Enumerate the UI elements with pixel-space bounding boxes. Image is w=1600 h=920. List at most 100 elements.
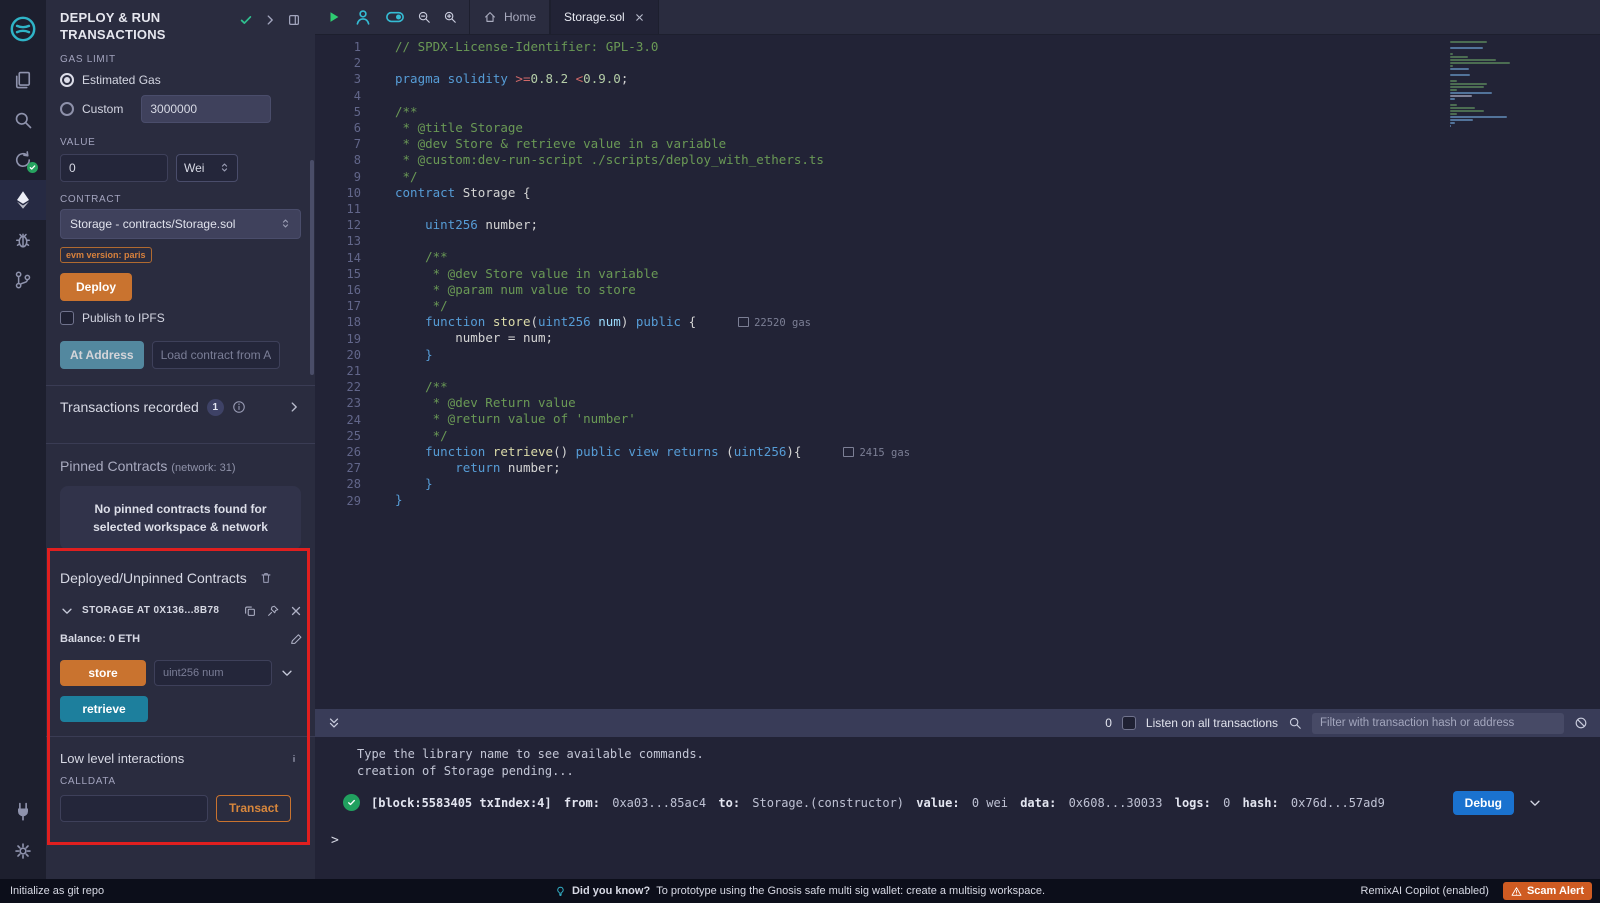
expand-terminal-icon[interactable] [327, 716, 341, 730]
check-icon [239, 13, 253, 27]
store-function-button[interactable]: store [60, 660, 146, 686]
transact-button[interactable]: Transact [216, 795, 291, 822]
tx-to-label: to: [718, 796, 740, 810]
transactions-recorded-row[interactable]: Transactions recorded 1 [46, 386, 315, 429]
tab-home[interactable]: Home [469, 0, 550, 34]
chevron-right-icon[interactable] [287, 400, 301, 414]
panel-scrollbar[interactable] [310, 160, 314, 375]
contract-select[interactable]: Storage - contracts/Storage.sol [60, 209, 301, 239]
tx-block: [block:5583405 txIndex:4] [371, 796, 552, 810]
lightbulb-icon [555, 886, 566, 897]
low-level-interactions: Low level interactions [46, 737, 315, 766]
zoom-out-icon[interactable] [417, 10, 431, 24]
tx-logs-label: logs: [1175, 796, 1211, 810]
editor-code[interactable]: // SPDX-License-Identifier: GPL-3.0pragm… [395, 39, 1440, 508]
git-init-button[interactable]: Initialize as git repo [0, 885, 104, 897]
run-script-icon[interactable] [327, 10, 341, 24]
terminal-filter-input[interactable] [1312, 713, 1564, 734]
clear-terminal-icon[interactable] [1574, 716, 1588, 730]
at-address-input[interactable] [152, 341, 280, 369]
git-icon[interactable] [0, 260, 46, 300]
chevron-down-icon[interactable] [1528, 796, 1542, 810]
zoom-in-icon[interactable] [443, 10, 457, 24]
custom-gas-radio[interactable] [60, 102, 74, 116]
close-tab-icon[interactable] [634, 12, 645, 23]
deploy-button[interactable]: Deploy [60, 273, 132, 301]
contract-select-value: Storage - contracts/Storage.sol [70, 217, 235, 231]
chevron-down-icon[interactable] [280, 666, 294, 680]
publish-ipfs-label: Publish to IPFS [82, 311, 165, 325]
search-icon[interactable] [1288, 716, 1302, 730]
close-icon[interactable] [289, 604, 303, 618]
tx-success-icon [343, 794, 360, 811]
debugger-icon[interactable] [0, 220, 46, 260]
tx-data-label: data: [1020, 796, 1056, 810]
calldata-input[interactable] [60, 795, 208, 822]
publish-ipfs-checkbox[interactable] [60, 311, 74, 325]
scam-alert-label: Scam Alert [1527, 885, 1584, 897]
tutorial-person-icon[interactable] [353, 7, 373, 27]
estimated-gas-radio[interactable] [60, 73, 74, 87]
file-explorer-icon[interactable] [0, 60, 46, 100]
terminal[interactable]: Type the library name to see available c… [315, 737, 1600, 879]
editor-toolbar: Home Storage.sol [315, 0, 1600, 35]
compile-success-badge [27, 162, 38, 173]
scam-alert-button[interactable]: Scam Alert [1503, 882, 1592, 900]
custom-gas-option[interactable]: Custom [46, 91, 315, 127]
code-editor[interactable]: 1234567891011121314151617181920212223242… [315, 35, 1600, 709]
copilot-status[interactable]: RemixAI Copilot (enabled) [1361, 885, 1489, 897]
terminal-messages: Type the library name to see available c… [315, 737, 1600, 780]
at-address-button[interactable]: At Address [60, 341, 144, 369]
toggle-icon[interactable] [385, 7, 405, 27]
transaction-log-row[interactable]: [block:5583405 txIndex:4] from: 0xa03...… [343, 794, 1600, 811]
plugin-manager-icon[interactable] [0, 791, 46, 831]
panel-header: DEPLOY & RUN TRANSACTIONS [46, 10, 315, 44]
deployed-contract-item: STORAGE AT 0X136...8B78 Balance: 0 ETH [46, 592, 315, 722]
chevron-down-icon[interactable] [60, 604, 74, 618]
contract-instance-title[interactable]: STORAGE AT 0X136...8B78 [82, 605, 219, 616]
solidity-compiler-icon[interactable] [0, 140, 46, 180]
info-icon [287, 751, 301, 765]
tab-storage-sol[interactable]: Storage.sol [550, 0, 659, 34]
pinned-contracts-text: Pinned Contracts [60, 458, 167, 474]
copy-icon[interactable] [243, 604, 257, 618]
debug-button[interactable]: Debug [1453, 791, 1514, 815]
trash-icon[interactable] [259, 571, 273, 585]
tab-home-label: Home [504, 10, 536, 24]
stepper-arrows-icon [219, 162, 230, 173]
terminal-prompt[interactable]: > [331, 833, 1600, 848]
tx-to-value: Storage.(constructor) [752, 796, 904, 810]
value-label: VALUE [60, 137, 301, 148]
pending-tx-count: 0 [1105, 716, 1112, 730]
edit-pencil-icon[interactable] [289, 632, 303, 646]
remix-ide-window: DEPLOY & RUN TRANSACTIONS GAS LIMIT Esti… [0, 0, 1600, 920]
tx-data-value: 0x608...30033 [1069, 796, 1163, 810]
value-unit-label: Wei [184, 161, 204, 175]
deploy-run-icon[interactable] [0, 180, 46, 220]
chevron-right-icon[interactable] [263, 13, 277, 27]
tx-hash-label: hash: [1243, 796, 1279, 810]
info-icon [232, 400, 246, 414]
pin-panel-icon[interactable] [287, 13, 301, 27]
pinned-network-text: (network: 31) [171, 462, 235, 474]
listen-all-checkbox[interactable] [1122, 716, 1136, 730]
value-unit-select[interactable]: Wei [176, 154, 238, 182]
custom-gas-label: Custom [82, 102, 123, 116]
value-input[interactable] [60, 154, 168, 182]
store-arg-input[interactable] [154, 660, 272, 686]
tx-hash-value: 0x76d...57ad9 [1291, 796, 1385, 810]
minimap[interactable] [1450, 41, 1516, 127]
tx-from-label: from: [564, 796, 600, 810]
retrieve-function-button[interactable]: retrieve [60, 696, 148, 722]
evm-version-badge: evm version: paris [60, 247, 152, 263]
settings-gear-icon[interactable] [0, 831, 46, 871]
estimated-gas-option[interactable]: Estimated Gas [46, 69, 315, 91]
custom-gas-input[interactable] [141, 95, 271, 123]
transactions-count-badge: 1 [207, 399, 224, 416]
pin-icon[interactable] [266, 604, 280, 618]
tx-from-value: 0xa03...85ac4 [612, 796, 706, 810]
remix-logo-icon[interactable] [0, 6, 46, 52]
publish-ipfs-option[interactable]: Publish to IPFS [46, 301, 315, 329]
calldata-label: CALLDATA [60, 776, 301, 787]
search-icon[interactable] [0, 100, 46, 140]
